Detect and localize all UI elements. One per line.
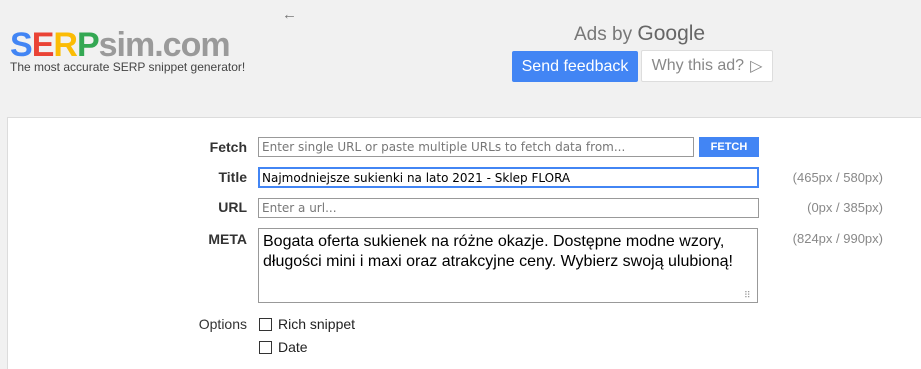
- fetch-label: Fetch: [209, 139, 247, 155]
- options-label: Options: [198, 316, 247, 332]
- url-pixel-width: (0px / 385px): [807, 200, 883, 215]
- meta-description-textarea[interactable]: Bogata oferta sukienek na różne okazje. …: [258, 228, 758, 303]
- url-label: URL: [218, 199, 247, 215]
- rich-snippet-label: Rich snippet: [278, 316, 356, 332]
- date-checkbox[interactable]: [259, 340, 272, 354]
- logo-letter-e: E: [31, 26, 55, 64]
- why-this-ad-label: Why this ad?: [651, 57, 745, 74]
- header: SERPsim.com The most accurate SERP snipp…: [0, 0, 921, 116]
- why-this-ad-button[interactable]: Why this ad? ▷: [641, 50, 773, 82]
- fetch-url-input[interactable]: [258, 137, 694, 157]
- ad-choices-icon: ▷: [750, 58, 763, 75]
- resize-grip-icon[interactable]: ⠿: [744, 290, 751, 301]
- ads-by-google-label: Ads by Google: [574, 22, 705, 46]
- logo-rest: sim.com: [98, 26, 231, 64]
- date-option[interactable]: Date: [259, 339, 308, 355]
- rich-snippet-option[interactable]: Rich snippet: [259, 316, 355, 332]
- logo-letter-s: S: [10, 26, 33, 64]
- tagline: The most accurate SERP snippet generator…: [10, 60, 246, 74]
- title-pixel-width: (465px / 580px): [792, 170, 883, 185]
- title-label: Title: [218, 169, 247, 185]
- ads-by-text: Ads by: [574, 24, 633, 45]
- date-label: Date: [278, 339, 308, 355]
- logo-letter-r: R: [53, 26, 78, 64]
- meta-label: META: [208, 231, 247, 247]
- meta-pixel-width: (824px / 990px): [792, 231, 883, 246]
- title-input[interactable]: [258, 167, 759, 188]
- send-feedback-button[interactable]: Send feedback: [512, 51, 638, 82]
- google-brand-text: Google: [637, 22, 706, 45]
- fetch-button[interactable]: FETCH: [699, 137, 759, 157]
- back-arrow-icon[interactable]: ←: [282, 6, 297, 23]
- url-input[interactable]: [258, 198, 759, 218]
- logo-letter-p: P: [76, 26, 100, 64]
- rich-snippet-checkbox[interactable]: [259, 317, 272, 331]
- serpsim-logo[interactable]: SERPsim.com: [10, 26, 231, 64]
